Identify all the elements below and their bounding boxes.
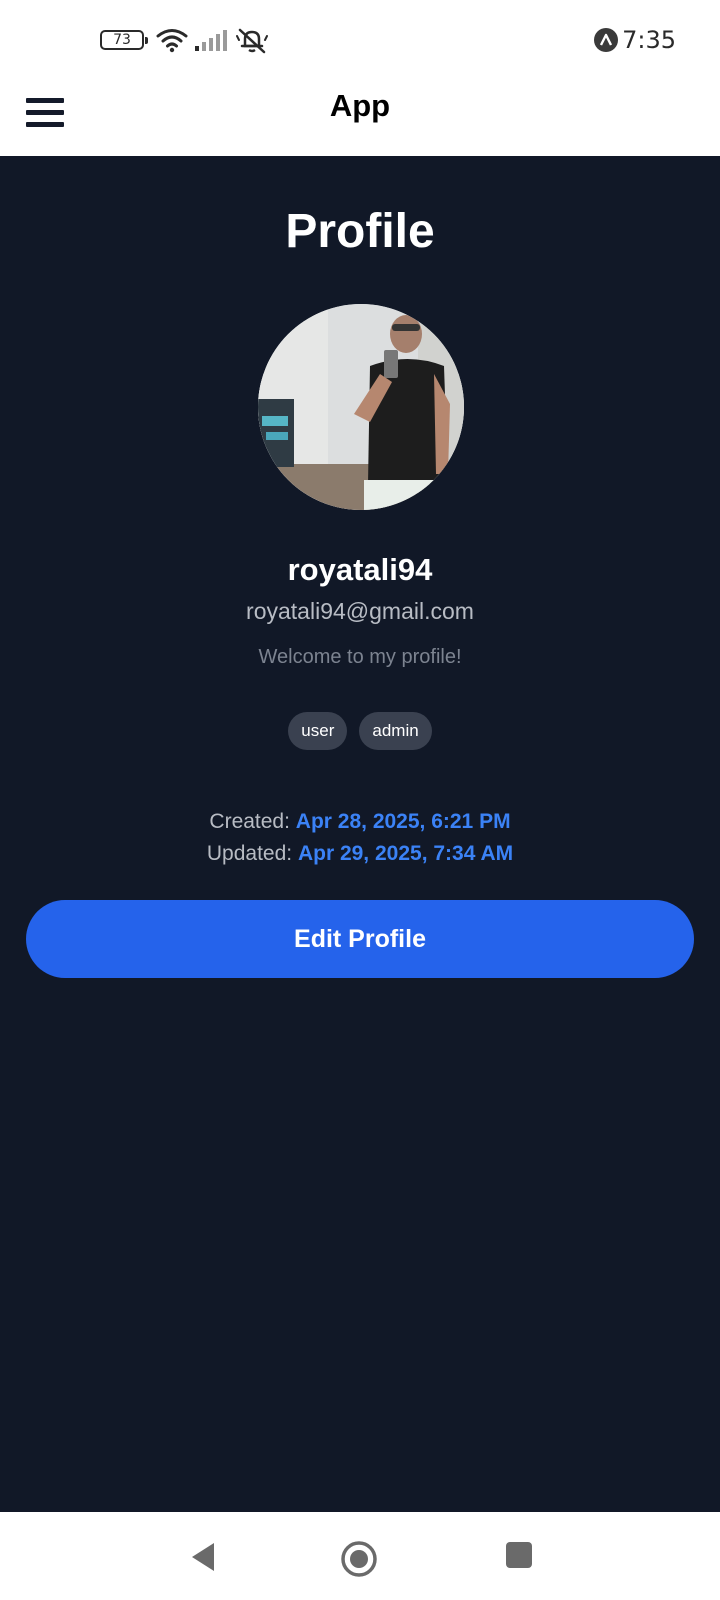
created-row: Created: Apr 28, 2025, 6:21 PM — [0, 806, 720, 838]
back-icon[interactable] — [188, 1540, 218, 1574]
home-icon[interactable] — [340, 1540, 378, 1578]
status-bar: 73 7:35 — [0, 0, 720, 80]
app-notification-icon — [594, 28, 619, 52]
role-chip-admin: admin — [359, 712, 432, 750]
updated-value: Apr 29, 2025, 7:34 AM — [297, 842, 514, 865]
avatar — [258, 304, 464, 510]
profile-screen: Profile royatali94 royatali94@gmail.com … — [0, 156, 720, 1512]
clock: 7:35 — [622, 26, 676, 54]
app-title: App — [329, 88, 391, 123]
app-bar: App — [0, 80, 720, 156]
created-label: Created: — [209, 810, 290, 833]
dates: Created: Apr 28, 2025, 6:21 PM Updated: … — [0, 806, 720, 870]
edit-profile-button[interactable]: Edit Profile — [26, 900, 694, 978]
role-chip-user: user — [288, 712, 348, 750]
email: royatali94@gmail.com — [246, 598, 474, 624]
updated-label: Updated: — [206, 842, 293, 865]
page-title: Profile — [285, 205, 435, 258]
username: royatali94 — [287, 552, 433, 587]
battery-level: 73 — [113, 32, 131, 48]
wifi-icon — [156, 29, 188, 53]
clock-group: 7:35 — [594, 26, 676, 54]
signal-icon — [195, 30, 227, 51]
bell-muted-icon — [236, 28, 268, 54]
battery-icon: 73 — [100, 30, 148, 50]
nav-bar — [0, 1512, 720, 1600]
created-value: Apr 28, 2025, 6:21 PM — [295, 810, 511, 833]
recents-icon[interactable] — [504, 1540, 534, 1570]
updated-row: Updated: Apr 29, 2025, 7:34 AM — [0, 838, 720, 870]
bio: Welcome to my profile! — [258, 646, 462, 668]
role-chips: user admin — [0, 712, 720, 750]
